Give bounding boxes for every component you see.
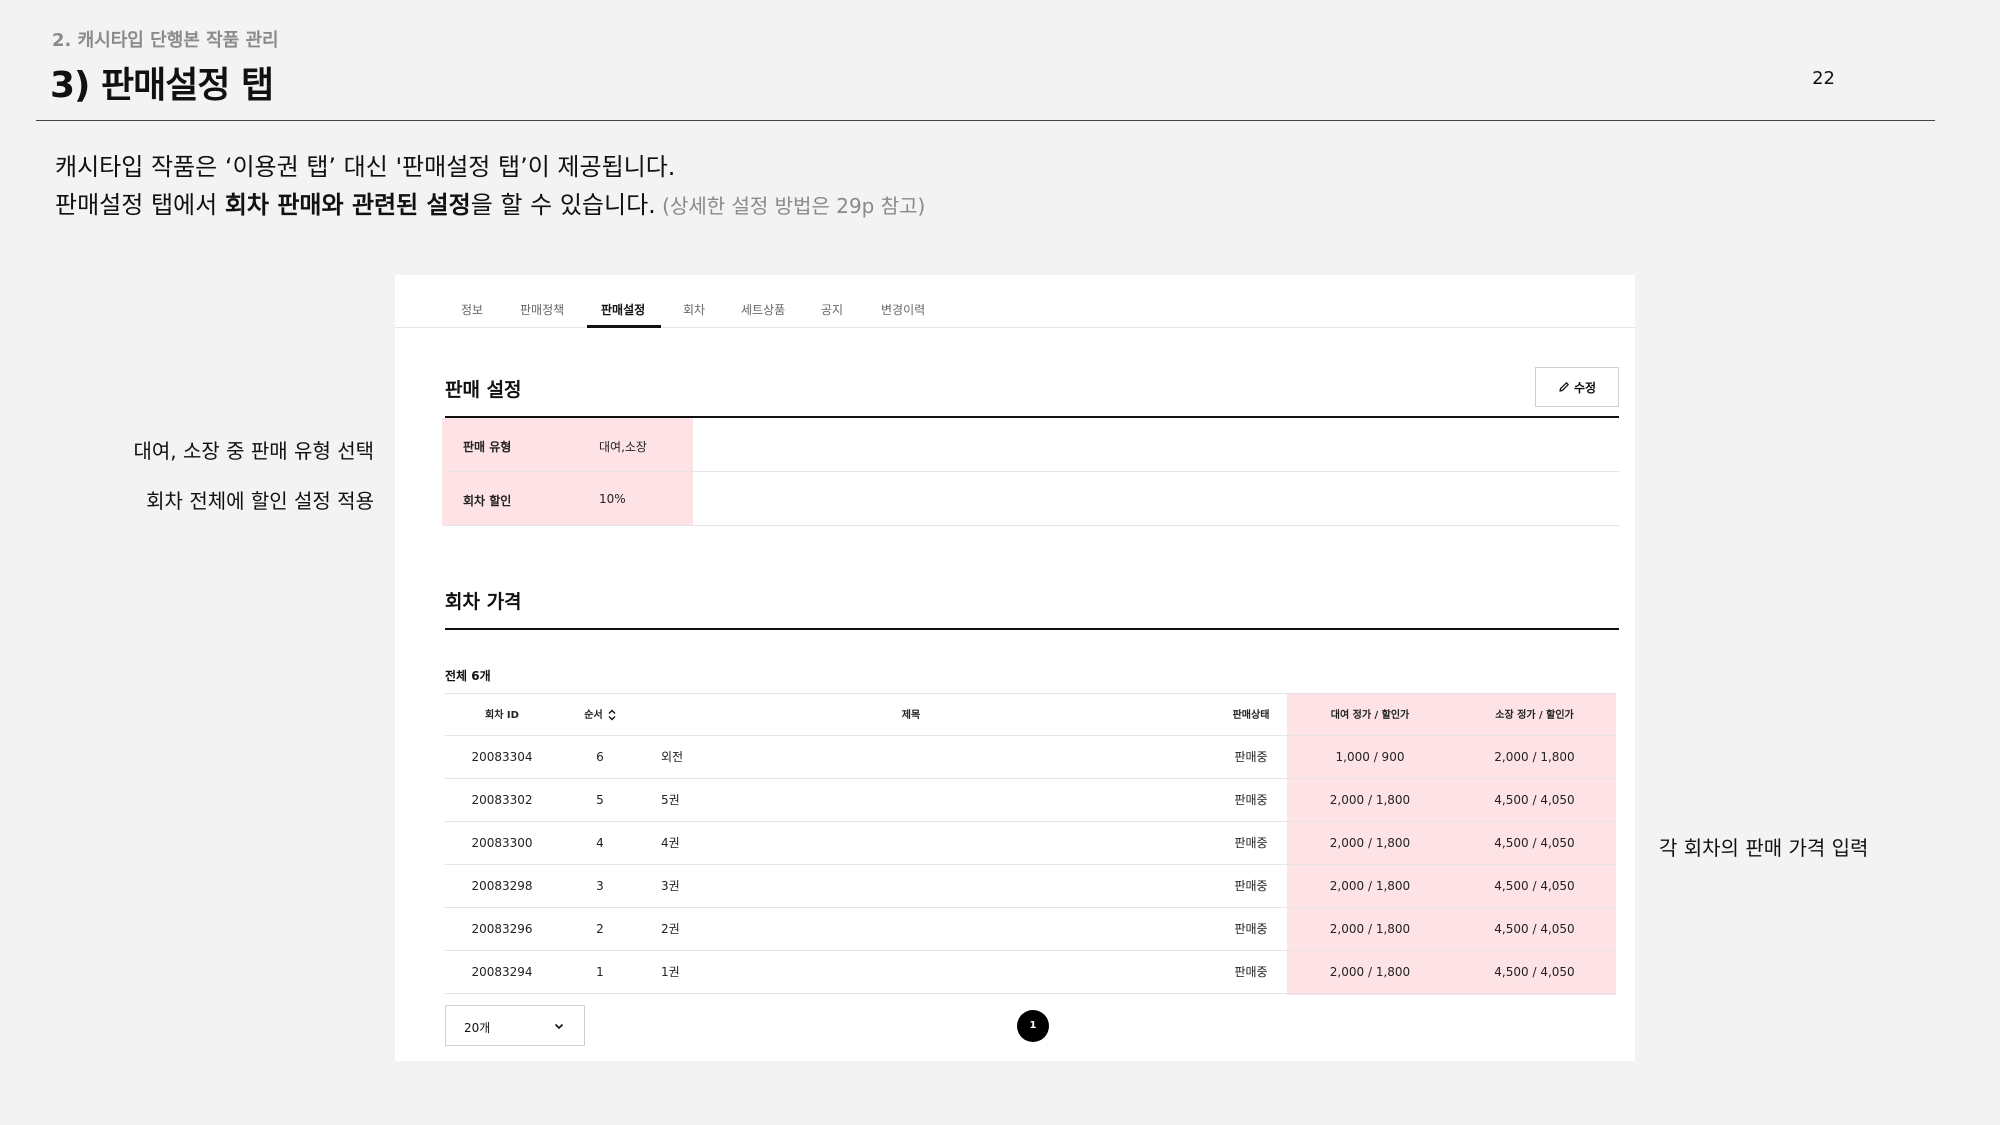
episode-status: 판매중	[1234, 922, 1268, 936]
episode-title: 2권	[661, 922, 680, 936]
tab-notice[interactable]: 공지	[821, 301, 843, 318]
episode-rent-price: 2,000 / 1,800	[1329, 965, 1411, 979]
column-header-title: 제목	[901, 710, 921, 721]
episode-own-price: 4,500 / 4,050	[1494, 922, 1575, 936]
episode-price-rule	[445, 628, 1619, 630]
edit-button-label: 수정	[1573, 380, 1597, 395]
setting-value: 10%	[599, 492, 626, 506]
setting-key: 회차 할인	[463, 494, 512, 508]
episode-order: 4	[596, 836, 604, 850]
episode-order: 6	[596, 750, 604, 764]
intro-line-2-prefix: 판매설정 탭에서	[55, 191, 225, 219]
episode-id: 20083294	[471, 965, 533, 979]
intro-line-2-suffix: 을 할 수 있습니다.	[470, 191, 656, 219]
episode-id: 20083304	[471, 750, 533, 764]
table-header: 회차 ID 순서 제목 판매상태 대여 정가 / 할인가 소장 정가 / 할인가	[445, 693, 1616, 736]
tab-episodes[interactable]: 회차	[683, 301, 705, 318]
episode-id: 20083298	[471, 879, 533, 893]
episode-own-price: 4,500 / 4,050	[1494, 879, 1575, 893]
slide-title: 3) 판매설정 탭	[50, 65, 274, 106]
tab-sales-settings[interactable]: 판매설정	[601, 301, 645, 318]
table-row[interactable]: 20083296 2 2권 판매중 2,000 / 1,800 4,500 / …	[445, 908, 1616, 951]
episode-status: 판매중	[1234, 965, 1268, 979]
sales-settings-panel: 정보 판매정책 판매설정 회차 세트상품 공지 변경이력 판매 설정 수정 판매…	[395, 275, 1635, 1061]
episode-own-price: 4,500 / 4,050	[1494, 836, 1575, 850]
intro-line-2: 판매설정 탭에서 회차 판매와 관련된 설정을 할 수 있습니다. (상세한 설…	[55, 186, 925, 225]
tab-set-products[interactable]: 세트상품	[741, 301, 785, 318]
column-header-order[interactable]: 순서	[559, 694, 641, 737]
episode-title: 외전	[661, 750, 684, 764]
total-count: 전체 6개	[445, 669, 491, 683]
episode-title: 3권	[661, 879, 680, 893]
tab-change-history[interactable]: 변경이력	[881, 301, 925, 318]
episode-own-price: 2,000 / 1,800	[1494, 750, 1575, 764]
column-header-order-label: 순서	[584, 710, 603, 721]
active-tab-indicator	[587, 325, 661, 328]
episode-rent-price: 1,000 / 900	[1335, 750, 1405, 764]
table-row[interactable]: 20083294 1 1권 판매중 2,000 / 1,800 4,500 / …	[445, 951, 1616, 994]
setting-row-discount: 회차 할인 10%	[445, 472, 1619, 526]
chevron-down-icon	[554, 1023, 564, 1030]
episode-id: 20083296	[471, 922, 533, 936]
episode-status: 판매중	[1234, 750, 1268, 764]
setting-value: 대여,소장	[599, 440, 647, 454]
episode-order: 5	[596, 793, 604, 807]
episode-own-price: 4,500 / 4,050	[1494, 965, 1575, 979]
tab-bar: 정보 판매정책 판매설정 회차 세트상품 공지 변경이력	[395, 275, 1635, 328]
episode-rent-price: 2,000 / 1,800	[1329, 836, 1411, 850]
annotation-sale-type: 대여, 소장 중 판매 유형 선택	[133, 439, 374, 463]
episode-id: 20083302	[471, 793, 533, 807]
pagination-page-1[interactable]: 1	[1017, 1010, 1049, 1042]
column-header-status: 판매상태	[1232, 710, 1270, 721]
page-size-value: 20개	[464, 1021, 491, 1035]
page-number: 22	[1812, 68, 1835, 89]
page-size-select[interactable]: 20개	[445, 1005, 585, 1046]
table-row[interactable]: 20083298 3 3권 판매중 2,000 / 1,800 4,500 / …	[445, 865, 1616, 908]
edit-button[interactable]: 수정	[1535, 367, 1619, 407]
sort-icon[interactable]	[608, 709, 616, 721]
annotation-price: 각 회차의 판매 가격 입력	[1659, 836, 1869, 860]
episode-price-title: 회차 가격	[445, 591, 522, 613]
episode-status: 판매중	[1234, 793, 1268, 807]
tab-sales-policy[interactable]: 판매정책	[520, 301, 564, 318]
annotation-discount: 회차 전체에 할인 설정 적용	[146, 489, 374, 513]
episode-status: 판매중	[1234, 836, 1268, 850]
table-row[interactable]: 20083302 5 5권 판매중 2,000 / 1,800 4,500 / …	[445, 779, 1616, 822]
intro-note: (상세한 설정 방법은 29p 참고)	[655, 194, 926, 218]
column-header-own-price: 소장 정가 / 할인가	[1495, 710, 1574, 721]
episode-status: 판매중	[1234, 879, 1268, 893]
episode-rent-price: 2,000 / 1,800	[1329, 922, 1411, 936]
pencil-icon	[1559, 382, 1569, 392]
episode-own-price: 4,500 / 4,050	[1494, 793, 1575, 807]
episode-rent-price: 2,000 / 1,800	[1329, 879, 1411, 893]
sale-settings-title: 판매 설정	[445, 379, 522, 401]
header-divider	[36, 120, 1935, 121]
episode-price-table: 회차 ID 순서 제목 판매상태 대여 정가 / 할인가 소장 정가 / 할인가…	[445, 693, 1616, 995]
column-header-rent-price: 대여 정가 / 할인가	[1330, 710, 1410, 721]
intro-text: 캐시타입 작품은 ‘이용권 탭’ 대신 '판매설정 탭’이 제공됩니다. 판매설…	[55, 148, 925, 225]
episode-title: 4권	[661, 836, 680, 850]
intro-line-1: 캐시타입 작품은 ‘이용권 탭’ 대신 '판매설정 탭’이 제공됩니다.	[55, 153, 676, 181]
episode-title: 1권	[661, 965, 680, 979]
intro-line-2-bold: 회차 판매와 관련된 설정	[224, 191, 471, 219]
episode-order: 3	[596, 879, 604, 893]
episode-order: 2	[596, 922, 604, 936]
episode-rent-price: 2,000 / 1,800	[1329, 793, 1411, 807]
table-row[interactable]: 20083300 4 4권 판매중 2,000 / 1,800 4,500 / …	[445, 822, 1616, 865]
setting-row-sale-type: 판매 유형 대여,소장	[445, 418, 1619, 472]
tab-info[interactable]: 정보	[461, 301, 483, 318]
column-header-id: 회차 ID	[485, 710, 519, 721]
episode-title: 5권	[661, 793, 680, 807]
episode-id: 20083300	[471, 836, 533, 850]
episode-order: 1	[596, 965, 604, 979]
setting-key: 판매 유형	[463, 440, 512, 454]
section-label: 2. 캐시타입 단행본 작품 관리	[52, 30, 279, 51]
table-row[interactable]: 20083304 6 외전 판매중 1,000 / 900 2,000 / 1,…	[445, 736, 1616, 779]
